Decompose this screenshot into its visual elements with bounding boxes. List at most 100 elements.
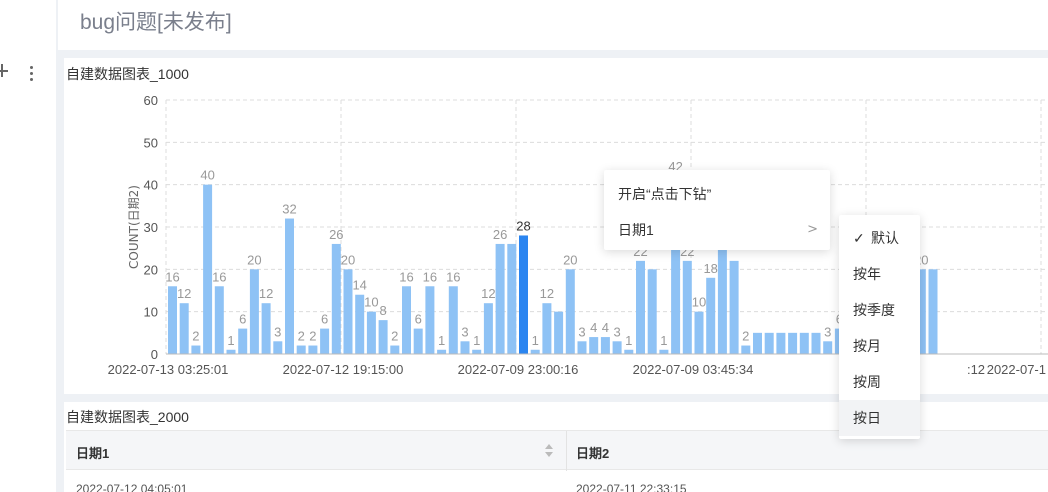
y-tick-label: 40 [144,178,158,193]
bar [448,286,458,354]
bar [285,218,294,354]
plus-icon[interactable] [0,64,10,78]
bar-value-label: 16 [165,269,179,284]
bar [238,328,248,354]
x-tick-label: 2022-07-13 03:25:01 [108,362,229,377]
bar-value-label: 16 [399,269,413,284]
bar-value-label: 20 [247,252,261,267]
bar-value-label: 3 [578,324,585,339]
bar [343,269,353,354]
bar-value-label: 2 [742,329,749,344]
bar-value-label: 20 [563,252,577,267]
bar [320,328,330,354]
table-cell: 2022-07-11 22:33:15 [576,482,687,492]
bar-value-label: 14 [352,278,366,293]
bar-value-label: 32 [282,202,296,217]
bar-value-label: 2 [309,329,316,344]
y-tick-label: 10 [144,305,158,320]
submenu-item-by-quarter[interactable]: 按季度 [839,292,920,328]
bar [647,269,657,354]
bar-value-label: 12 [177,286,191,301]
submenu-item-label: 按日 [853,410,881,426]
submenu-item-label: 按月 [853,338,881,354]
y-tick-label: 60 [144,93,158,108]
bar [168,286,177,354]
submenu-item-by-day[interactable]: 按日 [839,400,920,436]
bar [191,345,201,354]
column-divider [566,431,567,471]
bar [764,332,774,354]
bar-value-label: 26 [329,227,343,242]
bar-value-label: 40 [200,168,214,183]
bar-value-label: 10 [364,295,378,310]
page-title: bug问题[未发布] [80,11,232,34]
bar [425,286,435,354]
bar-value-label: 4 [590,320,597,335]
bar [378,320,388,354]
more-vertical-icon[interactable] [30,66,34,82]
bar-value-label: 3 [824,324,831,339]
bar-value-label: 18 [703,261,717,276]
bar [507,243,517,354]
context-menu: 开启“点击下钻” 日期1 > [604,170,830,250]
bar [577,341,587,354]
bar [554,311,564,354]
table-card-title: 自建数据图表_2000 [66,409,189,425]
submenu-item-label: 按年 [853,266,881,282]
bar [413,328,423,354]
bar [296,345,306,354]
x-tick-label: 2022-07-09 03:45:34 [633,362,754,377]
bar [472,349,482,354]
bar-value-label: 6 [239,312,246,327]
bar [530,349,540,354]
bar-value-label: 10 [692,295,706,310]
bar-value-label: 12 [481,286,495,301]
bar [179,303,189,354]
x-tick-label: 2022-07-12 19:15:00 [283,362,404,377]
bar [612,341,622,354]
y-tick-label: 50 [144,135,158,150]
submenu-item-label: 按季度 [853,302,895,318]
submenu-item-default[interactable]: ✓ 默认 [839,220,920,256]
bar [659,349,669,354]
menu-item-date1[interactable]: 日期1 [618,220,654,240]
bar [460,341,470,354]
bar-value-label: 1 [227,333,234,348]
table-cell: 2022-07-12 04:05:01 [76,482,188,492]
bar-value-label: 1 [473,333,480,348]
submenu-item-by-month[interactable]: 按月 [839,328,920,364]
column-header-date2[interactable]: 日期2 [576,443,609,462]
bar [589,337,599,354]
sort-icon[interactable] [544,443,554,459]
bar [214,286,224,354]
date-granularity-submenu: ✓ 默认 按年 按季度 按月 按周 按日 [839,215,920,439]
y-tick-label: 20 [144,262,158,277]
check-icon: ✓ [853,230,865,246]
bar [226,349,236,354]
bar-value-label: 4 [602,320,609,335]
x-tick-label: :12 [967,362,985,377]
bar [636,260,645,354]
submenu-item-by-week[interactable]: 按周 [839,364,920,400]
bar [717,248,727,354]
bar [308,345,318,354]
bar-value-label: 28 [516,218,530,233]
bar-value-label: 1 [438,333,445,348]
bar [355,294,365,354]
column-header-date1[interactable]: 日期1 [76,443,109,462]
submenu-item-label: 默认 [871,230,899,246]
bar [366,311,376,354]
bar [331,243,341,354]
bar-value-label: 3 [461,324,468,339]
bar [249,269,259,354]
bar-value-label: 16 [423,269,437,284]
y-tick-label: 0 [151,347,158,362]
bar [495,243,505,354]
bar-value-label: 20 [341,252,355,267]
bar-value-label: 2 [391,329,398,344]
bar [799,332,809,354]
bar [402,286,411,354]
menu-item-enable-drilldown[interactable]: 开启“点击下钻” [618,184,711,204]
submenu-item-by-year[interactable]: 按年 [839,256,920,292]
chevron-right-icon: > [807,222,818,237]
